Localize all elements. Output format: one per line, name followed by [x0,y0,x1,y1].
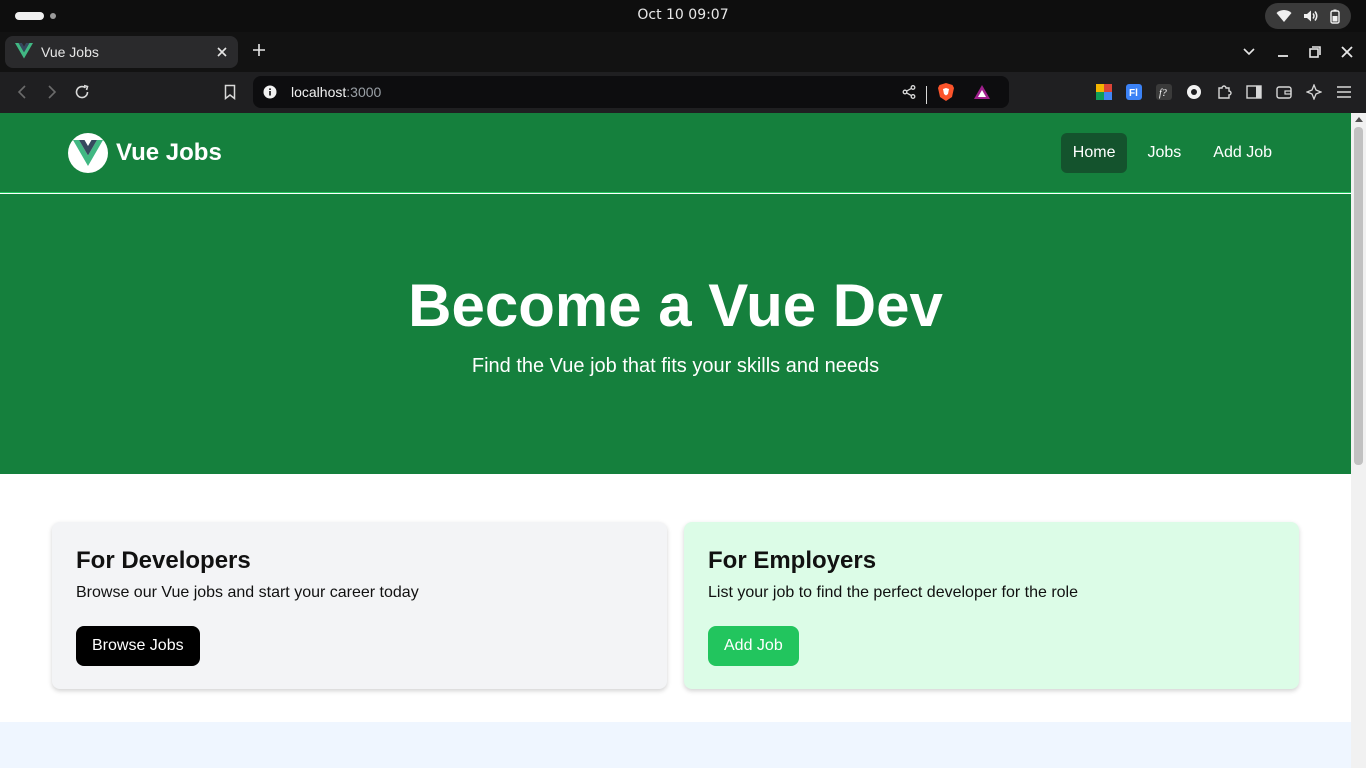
tab-search-chevron-icon[interactable] [1239,42,1259,62]
extension-colorful-icon[interactable] [1094,82,1114,102]
extension-circle-icon[interactable] [1184,82,1204,102]
developers-card-text: Browse our Vue jobs and start your caree… [76,584,419,601]
share-icon[interactable] [902,85,916,104]
brave-rewards-icon[interactable] [973,84,991,105]
address-bar[interactable]: localhost:3000 [253,76,1009,108]
os-clock[interactable]: Oct 10 09:07 [0,7,1366,23]
add-job-button[interactable]: Add Job [708,626,799,666]
site-navbar: Vue Jobs Home Jobs Add Job [0,113,1351,193]
vue-favicon-icon [15,43,33,61]
tab-close-icon[interactable] [214,44,230,60]
hero-section: Become a Vue Dev Find the Vue job that f… [0,194,1351,474]
forward-icon[interactable] [42,82,62,102]
browser-toolbar: localhost:3000 Fl f? [0,72,1366,113]
battery-icon [1329,9,1340,24]
url-text: localhost:3000 [291,84,381,100]
developers-card: For Developers Browse our Vue jobs and s… [52,522,667,689]
url-host: localhost [291,84,347,100]
scrollbar-thumb[interactable] [1354,127,1363,465]
svg-text:Fl: Fl [1129,88,1138,99]
extension-fi-icon[interactable]: Fl [1124,82,1144,102]
extension-function-icon[interactable]: f? [1154,82,1174,102]
reload-icon[interactable] [72,82,92,102]
wallet-icon[interactable] [1274,82,1294,102]
hero-subtitle: Find the Vue job that fits your skills a… [471,355,880,377]
employers-card-text: List your job to find the perfect develo… [708,584,1078,601]
brand-name: Vue Jobs [116,139,222,166]
back-icon[interactable] [12,82,32,102]
url-port: :3000 [346,84,382,100]
brave-shields-icon[interactable] [937,82,955,107]
hero-title: Become a Vue Dev [408,272,943,339]
page-viewport: Vue Jobs Home Jobs Add Job Become a Vue … [0,113,1351,768]
tab-title: Vue Jobs [41,44,99,60]
volume-icon [1303,9,1319,23]
cards-section: For Developers Browse our Vue jobs and s… [52,522,1300,689]
restore-icon[interactable] [1305,42,1325,62]
browser-tab-strip: Vue Jobs [0,32,1366,72]
toolbar-divider [926,85,927,104]
new-tab-button[interactable] [250,42,268,60]
job-listings-section [0,722,1351,768]
scroll-up-arrow-icon[interactable] [1355,117,1363,122]
vue-logo-icon [68,133,108,173]
tab-vue-jobs[interactable]: Vue Jobs [5,36,238,68]
leo-ai-icon[interactable] [1304,82,1324,102]
browse-jobs-button[interactable]: Browse Jobs [76,626,200,666]
system-status-menu[interactable] [1265,3,1351,29]
minimize-icon[interactable] [1273,42,1293,62]
nav-jobs-link[interactable]: Jobs [1135,133,1193,173]
nav-links: Home Jobs Add Job [1060,133,1284,173]
os-top-bar: Oct 10 09:07 [0,0,1366,32]
nav-add-job-link[interactable]: Add Job [1201,133,1284,173]
employers-card: For Employers List your job to find the … [684,522,1299,689]
bookmark-icon[interactable] [220,82,240,102]
menu-icon[interactable] [1334,82,1354,102]
wifi-icon [1276,9,1292,23]
brand-link[interactable]: Vue Jobs [68,133,222,173]
nav-home-link[interactable]: Home [1060,133,1128,173]
developers-card-title: For Developers [76,547,251,574]
employers-card-title: For Employers [708,547,877,574]
extensions-puzzle-icon[interactable] [1214,82,1234,102]
close-window-icon[interactable] [1337,42,1357,62]
sidebar-toggle-icon[interactable] [1244,82,1264,102]
page-scrollbar[interactable] [1351,113,1366,768]
svg-text:f?: f? [1159,88,1167,99]
site-info-icon[interactable] [263,85,277,99]
